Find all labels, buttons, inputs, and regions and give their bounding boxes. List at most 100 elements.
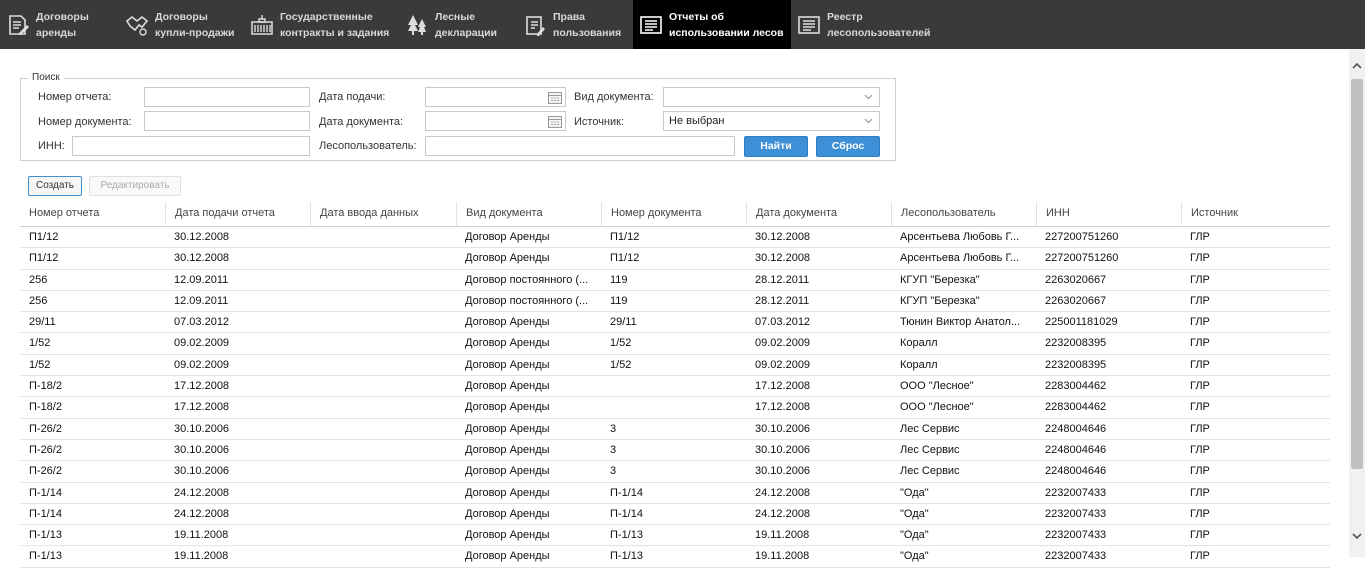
scrollbar-thumb[interactable] [1351, 79, 1363, 469]
table-row[interactable]: П-1/14 24.12.2008 Договор Аренды П-1/14 24.1… [20, 504, 1330, 526]
chevron-down-icon [864, 118, 873, 124]
vertical-scrollbar[interactable] [1349, 49, 1365, 557]
doc-number-cell: П-1/14 [610, 486, 643, 499]
report-number-input[interactable] [144, 87, 310, 107]
source-cell: ГЛР [1190, 422, 1210, 435]
report-number-label: Номер отчета: [38, 91, 112, 103]
table-row[interactable]: П-26/2 30.10.2006 Договор Аренды 3 30.10.200… [20, 419, 1330, 440]
entry-date-cell [310, 419, 456, 439]
table-row[interactable]: П1/12 30.12.2008 Договор Аренды П1/12 30.12.… [20, 227, 1330, 249]
table-row[interactable]: 1/52 09.02.2009 Договор Аренды 1/52 09.02.20… [20, 333, 1330, 355]
table-row[interactable]: П-26/2 30.10.2006 Договор Аренды 3 30.10.200… [20, 440, 1330, 462]
doc-number-cell: 1/52 [610, 337, 632, 350]
column-header-doc-date[interactable]: Дата документа [746, 202, 891, 227]
inn-label: ИНН: [38, 140, 65, 152]
table-row[interactable]: 256 12.09.2011 Договор постоянного (... 119… [20, 291, 1330, 313]
submit-date-label: Дата подачи: [319, 91, 386, 103]
doc-type-cell: Договор Аренды [465, 252, 550, 265]
submit-date-cell: 07.03.2012 [174, 316, 230, 329]
edit-button[interactable]: Редактировать [89, 176, 181, 196]
inn-cell: 2232007433 [1045, 529, 1107, 542]
entry-date-cell [310, 397, 456, 417]
report-number-cell: П-1/13 [29, 529, 62, 542]
calendar-icon[interactable] [548, 91, 562, 104]
entry-date-cell [310, 525, 456, 545]
doc-date-cell: 19.11.2008 [755, 529, 810, 542]
reset-button[interactable]: Сброс [816, 136, 880, 157]
nav-item-state-contracts[interactable]: Государственные контракты и задания [244, 0, 399, 49]
source-cell: ГЛР [1190, 294, 1210, 307]
nav-item-usage-rights[interactable]: Права пользования [517, 0, 633, 49]
submit-date-cell: 24.12.2008 [174, 486, 230, 499]
column-header-submit-date[interactable]: Дата подачи отчета [165, 202, 310, 227]
scroll-up-icon[interactable] [1352, 61, 1362, 71]
inn-cell: 2232008395 [1045, 337, 1107, 350]
column-header-inn[interactable]: ИНН [1036, 202, 1181, 227]
submit-date-cell: 19.11.2008 [174, 529, 229, 542]
entry-date-cell [310, 483, 456, 503]
table-row[interactable]: П-1/14 24.12.2008 Договор Аренды П-1/14 24.1… [20, 483, 1330, 504]
nav-item-forest-declarations[interactable]: Лесные декларации [399, 0, 517, 49]
report-number-cell: 1/52 [29, 358, 51, 371]
table-row[interactable]: 256 12.09.2011 Договор постоянного (... 119… [20, 270, 1330, 291]
table-row[interactable]: П-1/13 19.11.2008 Договор Аренды П-1/13 19.1… [20, 525, 1330, 547]
document-date-label: Дата документа: [319, 116, 404, 128]
nav-item-forest-reports[interactable]: Отчеты об использовании лесов [633, 0, 791, 49]
table-row[interactable]: П-1/13 19.11.2008 Договор Аренды П-1/13 19.1… [20, 546, 1330, 568]
document-number-input[interactable] [144, 111, 310, 131]
source-cell: ГЛР [1190, 231, 1210, 243]
column-header-source[interactable]: Источник [1181, 202, 1330, 227]
search-legend: Поиск [28, 72, 64, 83]
entry-date-cell [310, 461, 456, 481]
forest-user-cell: Тюнин Виктор Анатол... [900, 316, 1021, 329]
chevron-down-icon [864, 94, 873, 100]
column-header-doc-number[interactable]: Номер документа [601, 202, 746, 227]
doc-date-cell: 28.12.2011 [755, 294, 810, 307]
doc-type-cell: Договор Аренды [465, 337, 550, 350]
doc-type-cell: Договор Аренды [465, 422, 550, 435]
forest-user-cell: Лес Сервис [900, 422, 960, 435]
nav-label: Договоры аренды [36, 10, 89, 39]
forest-user-input[interactable] [425, 136, 735, 156]
doc-number-cell: П1/12 [610, 231, 640, 243]
document-date-input[interactable] [425, 111, 566, 131]
forest-user-cell: "Ода" [900, 507, 929, 520]
nav-item-forest-users-registry[interactable]: Реестр лесопользователей [791, 0, 941, 49]
scroll-down-icon[interactable] [1352, 531, 1362, 541]
nav-item-sale-contracts[interactable]: Договоры купли-продажи [119, 0, 244, 49]
find-button[interactable]: Найти [744, 136, 808, 157]
table-row[interactable]: 29/11 07.03.2012 Договор Аренды 29/11 07.03.… [20, 312, 1330, 334]
reports-table: Номер отчета Дата подачи отчета Дата вво… [20, 202, 1330, 568]
doc-number-cell: 119 [610, 273, 628, 286]
inn-cell: 227200751260 [1045, 252, 1119, 265]
doc-type-cell: Договор постоянного (... [465, 294, 589, 307]
doc-number-cell: П-1/14 [610, 507, 643, 520]
doc-number-cell: 29/11 [610, 316, 637, 329]
inn-cell: 227200751260 [1045, 231, 1119, 243]
column-header-forest-user[interactable]: Лесопользователь [891, 202, 1036, 227]
source-cell: ГЛР [1190, 486, 1210, 499]
report-number-cell: П-18/2 [29, 380, 62, 393]
doc-type-select[interactable] [663, 87, 880, 107]
submit-date-cell: 30.12.2008 [174, 252, 230, 265]
submit-date-input[interactable] [425, 87, 566, 107]
doc-date-cell: 09.02.2009 [755, 358, 811, 371]
column-header-entry-date[interactable]: Дата ввода данных [310, 202, 456, 227]
submit-date-cell: 30.10.2006 [174, 422, 230, 435]
source-cell: ГЛР [1190, 358, 1210, 371]
table-row[interactable]: П-18/2 17.12.2008 Договор Аренды 17.12.2008… [20, 397, 1330, 419]
inn-input[interactable] [72, 136, 310, 156]
column-header-report-number[interactable]: Номер отчета [20, 202, 165, 227]
column-header-doc-type[interactable]: Вид документа [456, 202, 601, 227]
calendar-icon[interactable] [548, 115, 562, 128]
doc-date-cell: 30.10.2006 [755, 465, 811, 478]
source-select[interactable]: Не выбран [663, 111, 880, 131]
forest-user-cell: Лес Сервис [900, 443, 960, 456]
table-row[interactable]: П-26/2 30.10.2006 Договор Аренды 3 30.10.200… [20, 461, 1330, 483]
table-row[interactable]: П1/12 30.12.2008 Договор Аренды П1/12 30.12.… [20, 248, 1330, 270]
source-value: Не выбран [669, 115, 725, 127]
create-button[interactable]: Создать [28, 176, 82, 196]
nav-item-lease-contracts[interactable]: Договоры аренды [0, 0, 119, 49]
table-row[interactable]: 1/52 09.02.2009 Договор Аренды 1/52 09.02.20… [20, 355, 1330, 377]
table-row[interactable]: П-18/2 17.12.2008 Договор Аренды 17.12.2008… [20, 376, 1330, 398]
